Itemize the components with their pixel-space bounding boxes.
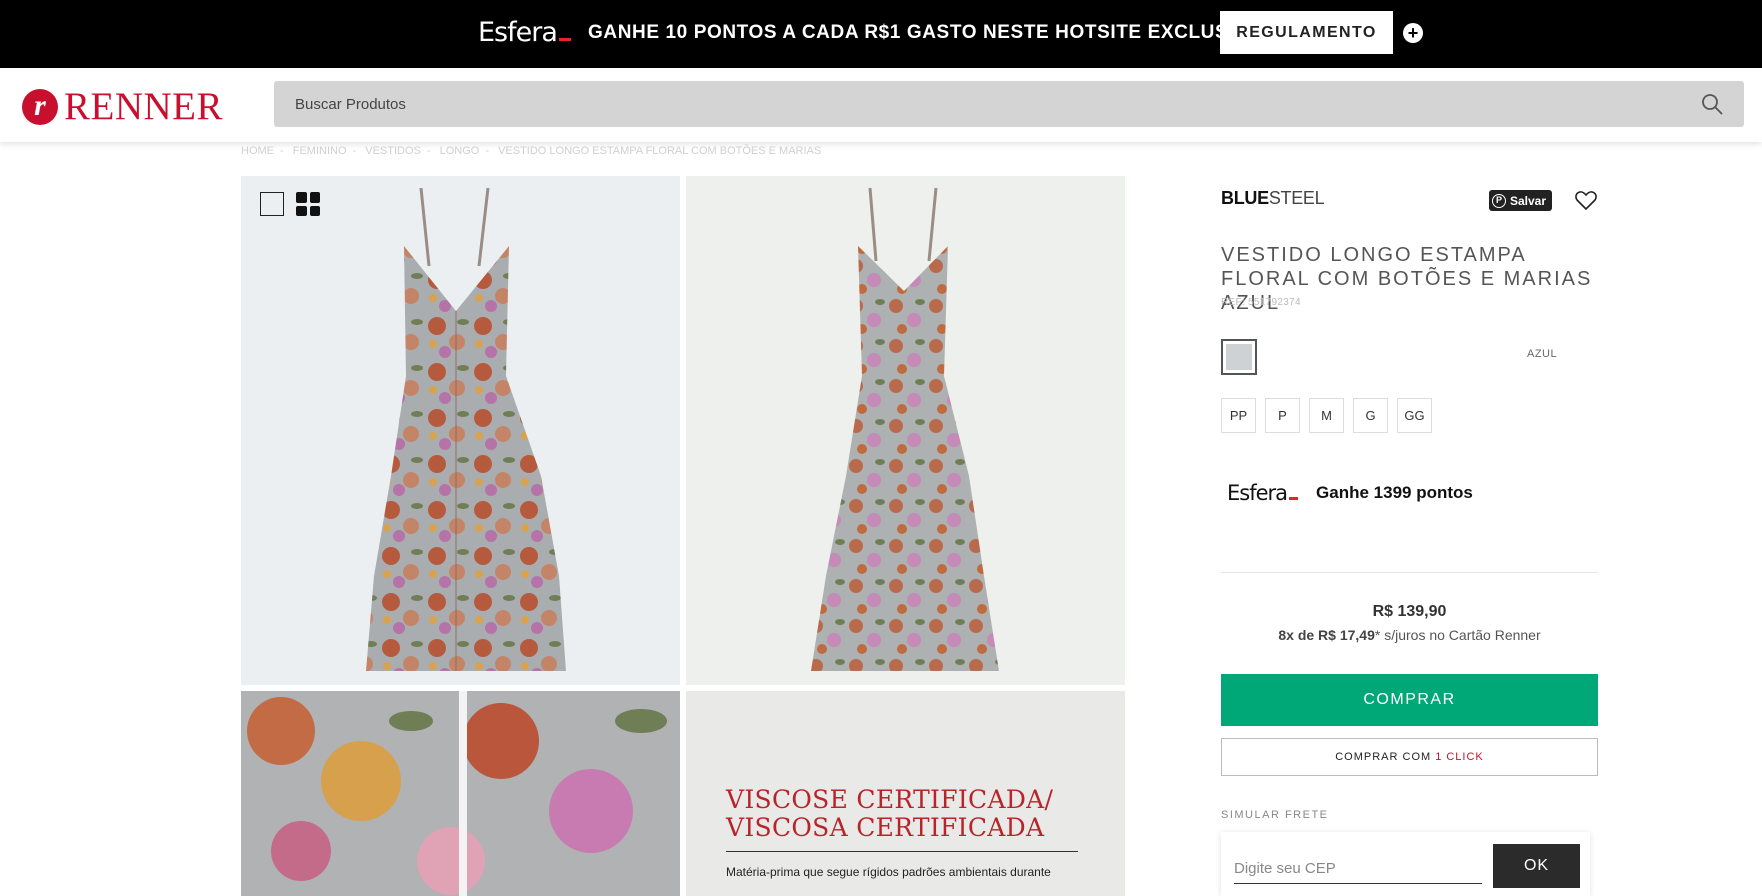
shipping-label: SIMULAR FRETE bbox=[1221, 809, 1329, 821]
breadcrumb-current: VESTIDO LONGO ESTAMPA FLORAL COM BOTÕES … bbox=[498, 145, 822, 157]
breadcrumb-longo[interactable]: LONGO bbox=[440, 145, 480, 157]
buy-one-click-button[interactable]: COMPRAR COM 1 CLICK bbox=[1221, 738, 1598, 776]
esfera-points-logo: Esfera bbox=[1227, 481, 1299, 505]
color-swatch-azul[interactable] bbox=[1221, 339, 1257, 375]
regulamento-button[interactable]: REGULAMENTO bbox=[1220, 11, 1393, 54]
single-view-icon[interactable] bbox=[260, 192, 284, 216]
renner-logo-text: RENNER bbox=[64, 85, 223, 128]
heart-icon[interactable] bbox=[1574, 189, 1598, 211]
brand-logo[interactable]: BLUESTEEL bbox=[1221, 188, 1325, 209]
cep-input[interactable] bbox=[1234, 854, 1482, 884]
certificate-title: VISCOSE CERTIFICADA/ VISCOSA CERTIFICADA bbox=[726, 785, 1054, 842]
breadcrumb-home[interactable]: HOME bbox=[241, 145, 274, 157]
search-input[interactable] bbox=[295, 81, 1675, 127]
search-icon[interactable] bbox=[1700, 92, 1724, 116]
product-price: R$ 139,90 bbox=[1372, 603, 1447, 620]
gallery-view-toggle bbox=[260, 192, 320, 216]
pinterest-save-label: Salvar bbox=[1510, 193, 1547, 208]
esfera-logo: Esfera bbox=[478, 17, 571, 48]
esfera-points: Esfera Ganhe 1399 pontos bbox=[1227, 481, 1473, 505]
product-image-front[interactable] bbox=[241, 176, 680, 685]
promo-text: GANHE 10 PONTOS A CADA R$1 GASTO NESTE H… bbox=[588, 22, 1263, 43]
product-ref: REF: 551792374 bbox=[1221, 297, 1301, 308]
dress-side-illustration bbox=[811, 187, 999, 671]
pinterest-save-button[interactable]: P Salvar bbox=[1489, 190, 1553, 211]
product-image-detail[interactable] bbox=[241, 691, 680, 896]
size-option-pp[interactable]: PP bbox=[1221, 398, 1256, 433]
size-selector: PP P M G GG bbox=[1221, 398, 1432, 433]
size-option-gg[interactable]: GG bbox=[1397, 398, 1432, 433]
fabric-detail-illustration bbox=[241, 691, 680, 896]
color-swatch-fill bbox=[1226, 344, 1252, 370]
shipping-simulator: OK bbox=[1221, 832, 1590, 896]
points-text: Ganhe 1399 pontos bbox=[1316, 483, 1473, 502]
plus-circle-icon[interactable]: + bbox=[1403, 23, 1423, 43]
site-header: r RENNER bbox=[0, 68, 1762, 142]
promo-bar: Esfera GANHE 10 PONTOS A CADA R$1 GASTO … bbox=[0, 0, 1762, 68]
size-option-g[interactable]: G bbox=[1353, 398, 1388, 433]
size-option-m[interactable]: M bbox=[1309, 398, 1344, 433]
renner-logo[interactable]: r RENNER bbox=[22, 84, 223, 129]
pinterest-icon: P bbox=[1492, 193, 1506, 208]
installment-info: 8x de R$ 17,49* s/juros no Cartão Renner bbox=[1278, 627, 1541, 643]
breadcrumb-vestidos[interactable]: VESTIDOS bbox=[365, 145, 421, 157]
buy-button[interactable]: COMPRAR bbox=[1221, 674, 1598, 726]
selected-color-name: AZUL bbox=[1527, 348, 1558, 360]
breadcrumb-feminino[interactable]: FEMININO bbox=[293, 145, 347, 157]
grid-view-icon[interactable] bbox=[296, 192, 320, 216]
certificate-image[interactable]: VISCOSE CERTIFICADA/ VISCOSA CERTIFICADA… bbox=[686, 691, 1125, 896]
product-image-side[interactable] bbox=[686, 176, 1125, 685]
price-divider bbox=[1221, 572, 1598, 573]
certificate-text: Matéria-prima que segue rígidos padrões … bbox=[726, 865, 1051, 879]
breadcrumb: HOME - FEMININO - VESTIDOS - LONGO - VESTIDO… bbox=[241, 145, 822, 157]
cep-ok-button[interactable]: OK bbox=[1493, 844, 1580, 888]
dress-front-illustration bbox=[366, 187, 566, 671]
search-bar bbox=[274, 81, 1744, 127]
size-option-p[interactable]: P bbox=[1265, 398, 1300, 433]
certificate-divider bbox=[726, 851, 1078, 852]
renner-logo-mark: r bbox=[22, 88, 58, 125]
